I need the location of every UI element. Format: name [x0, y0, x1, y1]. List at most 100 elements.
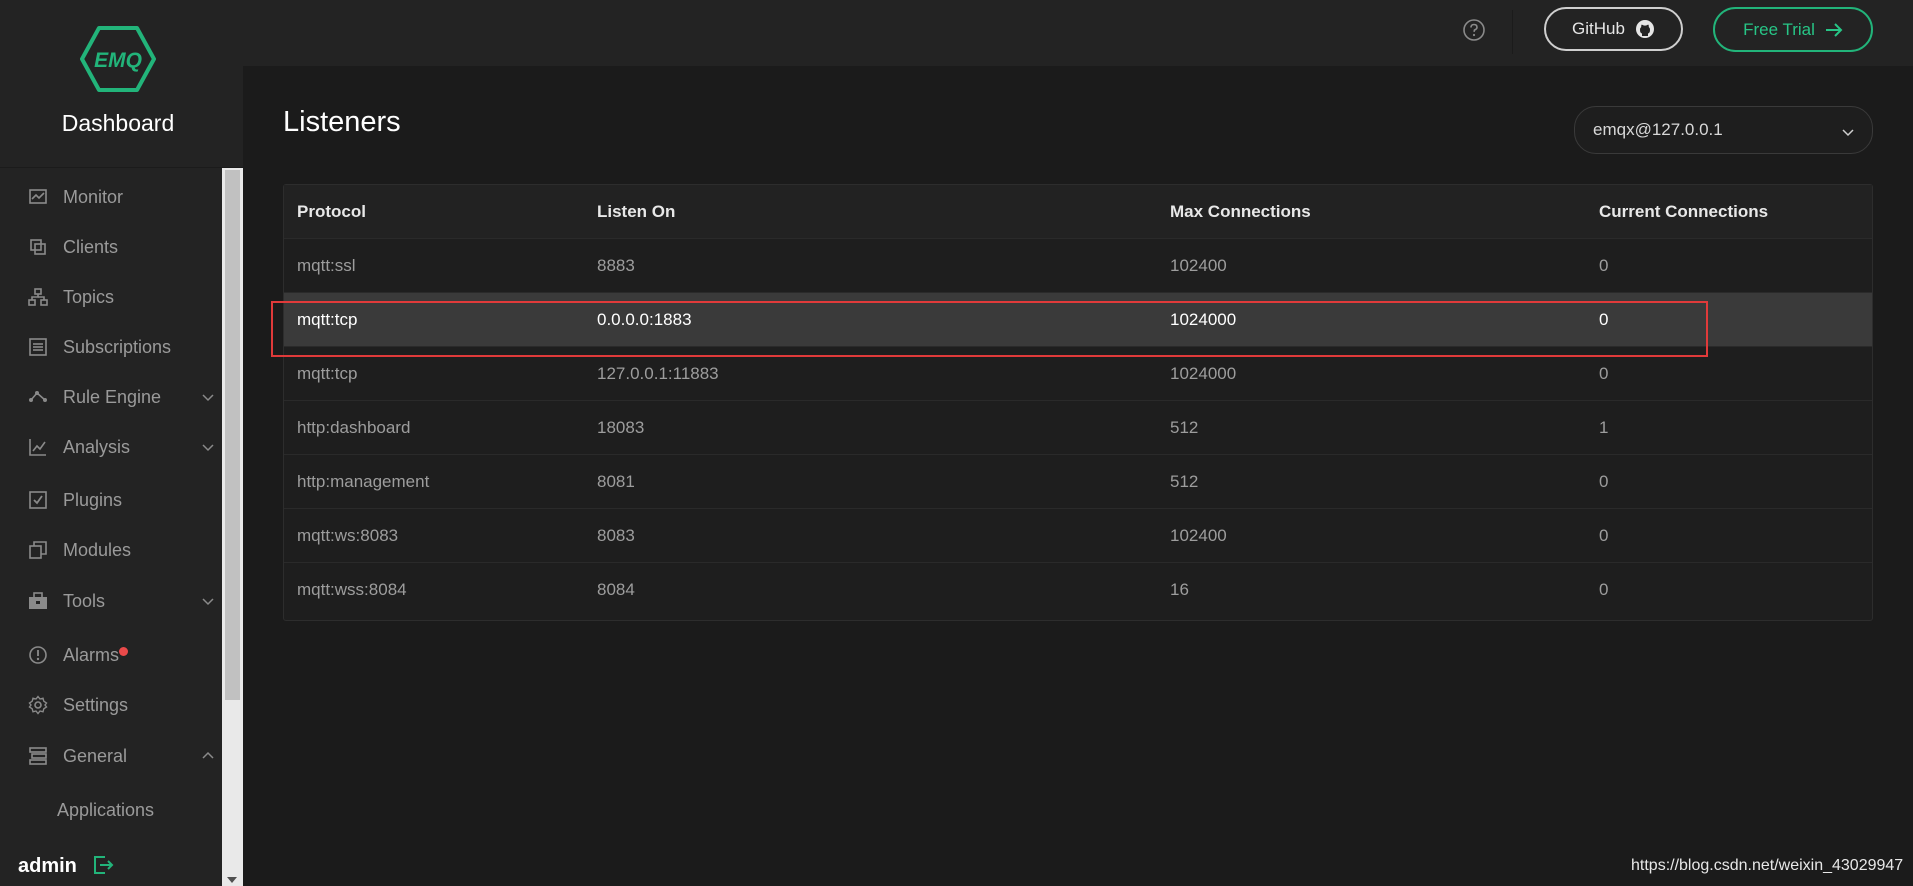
chevron-down-icon [202, 598, 214, 606]
column-header[interactable]: Current Connections [1599, 202, 1768, 222]
gear-icon [27, 694, 49, 716]
tools-icon [27, 590, 49, 612]
sidebar-item-settings[interactable]: Settings [0, 684, 222, 726]
protocol-cell: mqtt:ws:8083 [297, 526, 399, 545]
listeners-table: Protocol Listen On Max Connections Curre… [283, 184, 1873, 621]
current-connections-cell: 0 [1599, 526, 1609, 545]
sidebar-item-tools[interactable]: Tools [0, 580, 222, 622]
clients-icon [27, 236, 49, 258]
sidebar-item-label: Tools [63, 590, 106, 611]
sidebar-item-applications[interactable]: Applications [0, 789, 222, 831]
alarm-badge [119, 647, 128, 656]
sidebar-item-alarms[interactable]: Alarms [0, 634, 222, 676]
max-connections-cell: 102400 [1170, 526, 1227, 545]
sidebar-item-topics[interactable]: Topics [0, 276, 222, 318]
chevron-down-icon [202, 444, 214, 452]
chevron-up-icon [202, 751, 214, 759]
alarm-icon [27, 644, 49, 666]
highlight-annotation-box [271, 301, 1708, 357]
rule-engine-icon [27, 386, 49, 408]
sidebar-scrollbar[interactable] [222, 168, 243, 886]
table-header-row: Protocol Listen On Max Connections Curre… [284, 185, 1872, 239]
table-row[interactable]: http:management 8081 512 0 [284, 455, 1872, 509]
table-row[interactable]: http:dashboard 18083 512 1 [284, 401, 1872, 455]
username: admin [18, 855, 77, 877]
logo-text: EMQ [94, 49, 142, 72]
table-row[interactable]: mqtt:ws:8083 8083 102400 0 [284, 509, 1872, 563]
topics-icon [27, 286, 49, 308]
top-bar: GitHub Free Trial [243, 0, 1913, 66]
sidebar-item-general[interactable]: General [0, 735, 222, 777]
node-select-value: emqx@127.0.0.1 [1593, 120, 1723, 139]
free-trial-button[interactable]: Free Trial [1713, 7, 1873, 52]
table-row[interactable]: mqtt:wss:8084 8084 16 0 [284, 563, 1872, 617]
sidebar-item-label: Modules [63, 539, 132, 560]
github-label: GitHub [1572, 19, 1625, 38]
column-header[interactable]: Max Connections [1170, 202, 1311, 222]
sidebar-item-label: Clients [63, 236, 119, 257]
free-trial-label: Free Trial [1743, 19, 1815, 39]
current-connections-cell: 0 [1599, 580, 1609, 599]
column-header[interactable]: Protocol [297, 202, 366, 222]
subscriptions-icon [27, 336, 49, 358]
help-icon[interactable] [1462, 18, 1486, 42]
protocol-cell: mqtt:ssl [297, 256, 356, 275]
chevron-down-icon [1842, 129, 1854, 137]
brand: EMQ Dashboard [0, 0, 243, 168]
node-select[interactable]: emqx@127.0.0.1 [1574, 106, 1873, 154]
max-connections-cell: 512 [1170, 472, 1199, 491]
sidebar-item-modules[interactable]: Modules [0, 529, 222, 571]
current-connections-cell: 1 [1599, 418, 1609, 437]
listen-on-cell: 8883 [597, 256, 635, 275]
sidebar-item-label: Analysis [63, 436, 131, 457]
scroll-down-arrow-icon[interactable] [227, 877, 237, 883]
current-connections-cell: 0 [1599, 364, 1609, 383]
sidebar-item-label: Topics [63, 286, 115, 307]
current-connections-cell: 0 [1599, 256, 1609, 275]
modules-icon [27, 539, 49, 561]
emq-logo[interactable]: EMQ [80, 26, 156, 92]
listen-on-cell: 8083 [597, 526, 635, 545]
sidebar-item-label: Rule Engine [63, 386, 162, 407]
sidebar-item-subscriptions[interactable]: Subscriptions [0, 326, 222, 368]
github-button[interactable]: GitHub [1544, 7, 1683, 51]
sidebar-item-label: Settings [63, 694, 129, 715]
sidebar-item-rule-engine[interactable]: Rule Engine [0, 376, 222, 418]
logout-icon[interactable] [92, 854, 114, 876]
protocol-cell: http:dashboard [297, 418, 411, 437]
max-connections-cell: 1024000 [1170, 364, 1237, 383]
max-connections-cell: 16 [1170, 580, 1189, 599]
sidebar-item-label: Applications [57, 799, 155, 820]
scrollbar-thumb[interactable] [225, 170, 240, 700]
brand-title: Dashboard [61, 110, 175, 136]
user-bar: admin [0, 840, 222, 886]
sidebar-item-label: Plugins [63, 489, 123, 510]
header-divider [1512, 10, 1513, 54]
sidebar-item-label: Alarms [63, 644, 120, 665]
sidebar-item-analysis[interactable]: Analysis [0, 426, 222, 468]
monitor-icon [27, 186, 49, 208]
sidebar-nav: Monitor Clients Topics Subscriptions Rul… [0, 168, 222, 840]
protocol-cell: http:management [297, 472, 430, 491]
max-connections-cell: 102400 [1170, 256, 1227, 275]
sidebar-item-label: Monitor [63, 186, 124, 207]
github-icon [1635, 20, 1654, 38]
sidebar-item-clients[interactable]: Clients [0, 226, 222, 268]
table-row[interactable]: mqtt:ssl 8883 102400 0 [284, 239, 1872, 293]
current-connections-cell: 0 [1599, 472, 1609, 491]
column-header[interactable]: Listen On [597, 202, 675, 222]
sidebar-item-monitor[interactable]: Monitor [0, 176, 222, 218]
sidebar: EMQ Dashboard Monitor Clients Topics Sub… [0, 0, 243, 886]
sidebar-item-plugins[interactable]: Plugins [0, 479, 222, 521]
plugins-icon [27, 489, 49, 511]
page-title: Listeners [283, 106, 401, 138]
listen-on-cell: 18083 [597, 418, 645, 437]
protocol-cell: mqtt:tcp [297, 364, 358, 383]
protocol-cell: mqtt:wss:8084 [297, 580, 407, 599]
arrow-right-icon [1825, 22, 1843, 37]
listen-on-cell: 8081 [597, 472, 635, 491]
listen-on-cell: 8084 [597, 580, 635, 599]
watermark: https://blog.csdn.net/weixin_43029947 [1631, 857, 1904, 874]
analysis-icon [27, 436, 49, 458]
sidebar-item-label: General [63, 745, 128, 766]
